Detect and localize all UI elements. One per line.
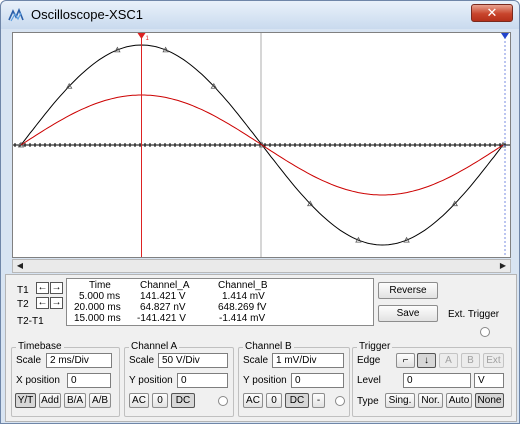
channel-a-group: Channel A Scale 50 V/Div Y position 0 AC… [124,341,234,417]
scroll-right-icon[interactable]: ▶ [498,261,508,271]
channel-a-title: Channel A [129,341,180,352]
t1-left-button[interactable]: ← [36,282,49,294]
timebase-scale-field[interactable]: 2 ms/Div [46,353,112,368]
cursor-readout: Time Channel_A Channel_B 5.000 ms 141.42… [66,278,374,326]
channel-a-scale-field[interactable]: 50 V/Div [158,353,228,368]
trigger-title: Trigger [357,341,393,352]
channel-b-dc-button[interactable]: DC [285,393,309,408]
trigger-single-button[interactable]: Sing. [385,393,415,408]
trigger-group: Trigger Edge ⌐ ↓ A B Ext Level 0 V Type … [352,341,512,417]
mode-ba-button[interactable]: B/A [64,393,86,408]
channel-b-title: Channel B [243,341,294,352]
t2-label: T2 [17,299,29,310]
channel-a-ac-button[interactable]: AC [129,393,149,408]
reverse-button[interactable]: Reverse [378,282,438,299]
timebase-title: Timebase [16,341,64,352]
trigger-auto-button[interactable]: Auto [446,393,472,408]
channel-b-minus-button[interactable]: - [312,393,325,408]
t2-channel-a: 64.827 nV [140,302,186,313]
t1-time: 5.000 ms [79,291,121,302]
mode-yt-button[interactable]: Y/T [15,393,36,408]
channel-b-scale-field[interactable]: 1 mV/Div [272,353,344,368]
oscilloscope-window: Oscilloscope-XSC1 ✕ 1 ◀ ▶ T1 ← → T2 ← → … [0,0,520,424]
trigger-none-button[interactable]: None [475,393,504,408]
cursor-t1-handle-icon [137,33,146,39]
mode-add-button[interactable]: Add [39,393,61,408]
mode-ab-button[interactable]: A/B [89,393,111,408]
trigger-source-b-button[interactable]: B [461,353,480,368]
channel-b-zero-button[interactable]: 0 [266,393,282,408]
type-label: Type [357,396,379,407]
trigger-source-a-button[interactable]: A [439,353,458,368]
channel-b-terminal-icon[interactable] [335,396,345,406]
channel-b-y-position-field[interactable]: 0 [291,373,344,388]
rising-edge-button[interactable]: ⌐ [396,353,415,368]
channel-a-header: Channel_A [140,280,190,291]
trigger-level-field[interactable]: 0 [403,373,471,388]
delta-time: 15.000 ms [74,313,121,324]
channel-b-y-position-label: Y position [243,375,287,386]
t1-channel-a: 141.421 V [140,291,186,302]
ext-trigger-label: Ext. Trigger [448,309,500,320]
falling-edge-button[interactable]: ↓ [417,353,436,368]
edge-label: Edge [357,355,381,366]
ext-trigger-terminal-icon[interactable] [480,327,490,337]
channel-b-header: Channel_B [218,280,268,291]
x-position-label: X position [16,375,60,386]
timebase-scale-label: Scale [16,355,42,366]
horizontal-scrollbar[interactable]: ◀ ▶ [12,259,511,273]
x-position-field[interactable]: 0 [67,373,111,388]
t2-time: 20.000 ms [74,302,121,313]
channel-a-terminal-icon[interactable] [218,396,228,406]
scope-screen: 1 [12,32,511,258]
t2-right-button[interactable]: → [50,297,63,309]
channel-a-dc-button[interactable]: DC [171,393,195,408]
t2-channel-b: 648.269 fV [218,302,267,313]
waveform-display: 1 [13,33,510,257]
trigger-source-ext-button[interactable]: Ext [483,353,504,368]
t1-right-button[interactable]: → [50,282,63,294]
cursor-t1-tag: 1 [146,36,150,42]
channel-a-zero-button[interactable]: 0 [152,393,168,408]
time-header: Time [89,280,111,291]
channel-a-y-position-field[interactable]: 0 [177,373,228,388]
timebase-group: Timebase Scale 2 ms/Div X position 0 Y/T… [11,341,120,417]
delta-channel-b: -1.414 mV [219,313,266,324]
t2-left-button[interactable]: ← [36,297,49,309]
trigger-level-unit[interactable]: V [474,373,504,388]
trigger-normal-button[interactable]: Nor. [418,393,443,408]
channel-a-scale-label: Scale [129,355,155,366]
t1-channel-b: 1.414 mV [222,291,265,302]
delta-channel-a: -141.421 V [137,313,186,324]
close-button[interactable]: ✕ [471,4,513,22]
t1-label: T1 [17,285,29,296]
oscilloscope-app-icon [8,8,24,22]
control-panel: T1 ← → T2 ← → T2-T1 Time Channel_A Chann… [5,274,517,422]
save-button[interactable]: Save [378,305,438,322]
channel-a-y-position-label: Y position [129,375,173,386]
window-title: Oscilloscope-XSC1 [31,7,143,22]
channel-b-ac-button[interactable]: AC [243,393,263,408]
level-label: Level [357,375,381,386]
channel-b-scale-label: Scale [243,355,269,366]
channel-b-group: Channel B Scale 1 mV/Div Y position 0 AC… [238,341,350,417]
title-bar[interactable]: Oscilloscope-XSC1 ✕ [1,1,519,29]
delta-label: T2-T1 [17,316,44,327]
scroll-left-icon[interactable]: ◀ [15,261,25,271]
